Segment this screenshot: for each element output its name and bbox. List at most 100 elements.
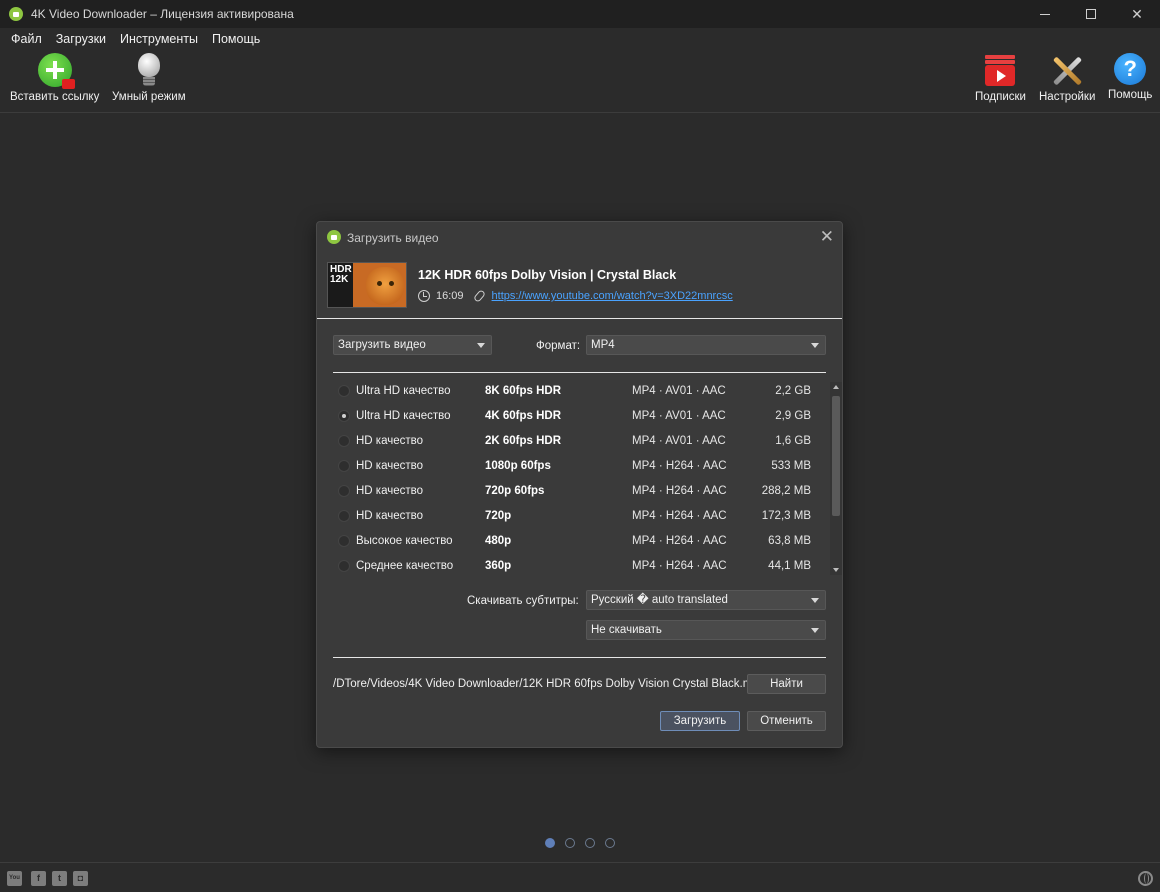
help-label: Помощь xyxy=(1108,89,1153,101)
chevron-down-icon xyxy=(811,343,819,348)
window-title: 4K Video Downloader – Лицензия активиров… xyxy=(31,7,294,21)
scrollbar-thumb[interactable] xyxy=(832,396,840,516)
pager-dots xyxy=(545,838,615,848)
quality-codec: MP4 · H264 · AAC xyxy=(632,510,727,522)
facebook-icon[interactable]: f xyxy=(31,871,46,886)
help-icon: ? xyxy=(1114,53,1147,85)
quality-size: 172,3 MB xyxy=(761,510,811,522)
pager-dot[interactable] xyxy=(585,838,595,848)
subtitles-mode-select[interactable]: Не скачивать xyxy=(586,620,826,640)
minimize-button[interactable] xyxy=(1022,0,1068,28)
settings-button[interactable]: Настройки xyxy=(1039,53,1095,103)
subtitles-mode-value: Не скачивать xyxy=(591,624,662,636)
pager-dot[interactable] xyxy=(605,838,615,848)
quality-name: HD качество xyxy=(356,510,424,522)
subtitles-label: Скачивать субтитры: xyxy=(467,595,579,607)
menu-bar: Файл Загрузки Инструменты Помощь xyxy=(0,28,1160,49)
quality-option[interactable]: Среднее качество 360p MP4 · H264 · AAC 4… xyxy=(333,554,829,579)
quality-codec: MP4 · H264 · AAC xyxy=(632,460,727,472)
quality-option[interactable]: HD качество 2K 60fps HDR MP4 · AV01 · AA… xyxy=(333,429,829,454)
quality-option[interactable]: Ultra HD качество 4K 60fps HDR MP4 · AV0… xyxy=(333,404,829,429)
lightbulb-icon xyxy=(132,53,166,87)
maximize-button[interactable] xyxy=(1068,0,1114,28)
subscriptions-icon xyxy=(983,53,1017,87)
title-bar: 4K Video Downloader – Лицензия активиров… xyxy=(0,0,1160,28)
quality-radio-selected[interactable] xyxy=(338,410,350,422)
quality-resolution: 1080p 60fps xyxy=(485,460,551,472)
pager-dot-active[interactable] xyxy=(545,838,555,848)
save-path: /DTore/Videos/4K Video Downloader/12K HD… xyxy=(333,678,766,690)
quality-radio[interactable] xyxy=(338,560,350,572)
subscriptions-button[interactable]: Подписки xyxy=(975,53,1026,103)
paste-link-label: Вставить ссылку xyxy=(10,91,100,103)
thumbnail-text: HDR 12K xyxy=(330,264,352,285)
smart-mode-button[interactable]: Умный режим xyxy=(112,53,186,103)
scroll-down-icon[interactable] xyxy=(833,568,839,572)
subtitles-language-select[interactable]: Русский � auto translated xyxy=(586,590,826,610)
quality-option[interactable]: Высокое качество 480p MP4 · H264 · AAC 6… xyxy=(333,529,829,554)
download-type-value: Загрузить видео xyxy=(338,339,426,351)
menu-tools[interactable]: Инструменты xyxy=(113,32,205,46)
quality-option[interactable]: HD качество 720p MP4 · H264 · AAC 172,3 … xyxy=(333,504,829,529)
quality-resolution: 2K 60fps HDR xyxy=(485,435,562,447)
browse-button[interactable]: Найти xyxy=(747,674,826,694)
video-duration: 16:09 xyxy=(436,290,464,302)
format-select[interactable]: MP4 xyxy=(586,335,826,355)
quality-size: 2,2 GB xyxy=(775,385,811,397)
subscriptions-label: Подписки xyxy=(975,91,1026,103)
youtube-icon[interactable]: You Tube xyxy=(7,871,22,892)
quality-codec: MP4 · AV01 · AAC xyxy=(632,410,726,422)
quality-resolution: 4K 60fps HDR xyxy=(485,410,562,422)
chevron-down-icon xyxy=(477,343,485,348)
quality-radio[interactable] xyxy=(338,460,350,472)
quality-codec: MP4 · H264 · AAC xyxy=(632,485,727,497)
quality-radio[interactable] xyxy=(338,510,350,522)
quality-name: HD качество xyxy=(356,485,424,497)
dialog-close-icon[interactable]: ✕ xyxy=(820,227,834,247)
dialog-logo-icon xyxy=(327,230,341,244)
quality-size: 1,6 GB xyxy=(775,435,811,447)
close-window-button[interactable]: ✕ xyxy=(1114,0,1160,28)
quality-size: 533 MB xyxy=(771,460,811,472)
dialog-header: Загрузить видео ✕ xyxy=(317,222,842,252)
quality-option[interactable]: HD качество 720p 60fps MP4 · H264 · AAC … xyxy=(333,479,829,504)
quality-resolution: 720p 60fps xyxy=(485,485,545,497)
menu-help[interactable]: Помощь xyxy=(205,32,267,46)
pager-dot[interactable] xyxy=(565,838,575,848)
menu-file[interactable]: Файл xyxy=(4,32,49,46)
quality-resolution: 360p xyxy=(485,560,512,572)
quality-size: 288,2 MB xyxy=(761,485,811,497)
quality-radio[interactable] xyxy=(338,485,350,497)
paste-link-button[interactable]: Вставить ссылку xyxy=(10,53,99,103)
download-button[interactable]: Загрузить xyxy=(660,711,740,731)
status-bar: You Tube f t ◘ xyxy=(0,862,1160,892)
video-url-link[interactable]: https://www.youtube.com/watch?v=3XD22mnr… xyxy=(492,290,733,302)
help-button[interactable]: ? Помощь xyxy=(1108,53,1152,101)
chevron-down-icon xyxy=(811,598,819,603)
quality-option[interactable]: HD качество 1080p 60fps MP4 · H264 · AAC… xyxy=(333,454,829,479)
instagram-icon[interactable]: ◘ xyxy=(73,871,88,886)
twitter-icon[interactable]: t xyxy=(52,871,67,886)
quality-name: Среднее качество xyxy=(356,560,454,572)
quality-radio[interactable] xyxy=(338,385,350,397)
settings-label: Настройки xyxy=(1039,91,1096,103)
close-icon: ✕ xyxy=(1131,5,1143,22)
quality-size: 44,1 MB xyxy=(768,560,811,572)
menu-downloads[interactable]: Загрузки xyxy=(49,32,113,46)
app-logo-icon xyxy=(9,7,23,21)
download-video-dialog: Загрузить видео ✕ HDR 12K 12K HDR 60fps … xyxy=(316,221,843,748)
quality-list-scrollbar[interactable] xyxy=(830,382,842,575)
quality-radio[interactable] xyxy=(338,435,350,447)
quality-resolution: 720p xyxy=(485,510,512,522)
quality-name: Ultra HD качество xyxy=(356,410,451,422)
quality-option[interactable]: Ultra HD качество 8K 60fps HDR MP4 · AV0… xyxy=(333,379,829,404)
chevron-down-icon xyxy=(811,628,819,633)
quality-radio[interactable] xyxy=(338,535,350,547)
globe-icon[interactable] xyxy=(1138,871,1153,886)
scroll-up-icon[interactable] xyxy=(833,385,839,389)
subtitles-language-value: Русский � auto translated xyxy=(591,594,728,606)
download-type-select[interactable]: Загрузить видео xyxy=(333,335,492,355)
paste-link-icon xyxy=(37,53,75,89)
cancel-button[interactable]: Отменить xyxy=(747,711,826,731)
dialog-title: Загрузить видео xyxy=(347,231,439,245)
